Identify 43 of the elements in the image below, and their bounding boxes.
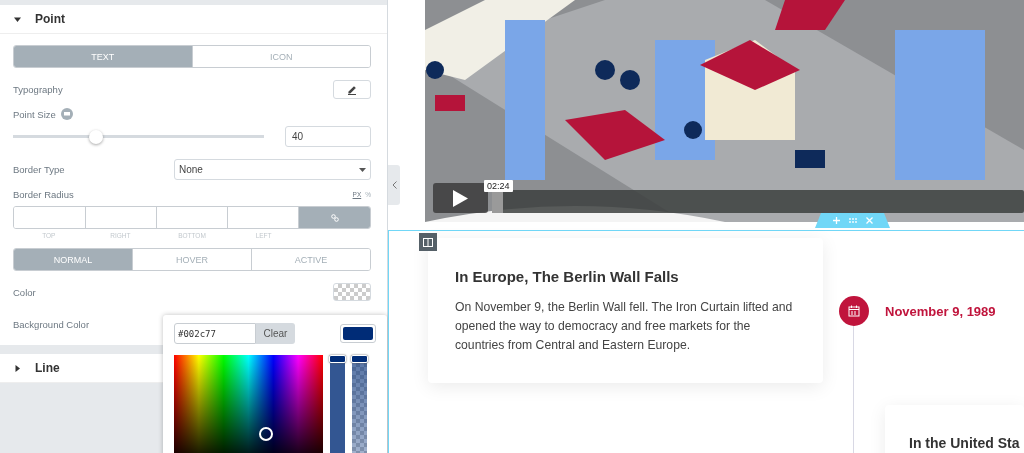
slider-handle[interactable] xyxy=(351,355,368,363)
close-icon[interactable] xyxy=(865,217,873,224)
control-label: Border Radius xyxy=(13,189,74,200)
chevron-left-icon xyxy=(391,181,397,189)
hex-input[interactable]: #002c77 xyxy=(174,323,256,344)
control-label: Typography xyxy=(13,84,63,95)
add-icon[interactable] xyxy=(832,217,840,224)
control-label: Border Type xyxy=(13,164,65,175)
edit-button[interactable] xyxy=(333,80,371,99)
slider-thumb[interactable] xyxy=(88,129,103,144)
dropdown-arrow-icon xyxy=(359,167,366,172)
event-text: On November 9, the Berlin Wall fell. The Iron Curtain lifted and opened the way to democracy and free markets for the countries from Central and Eastern Europe. xyxy=(455,299,794,354)
hue-slider[interactable] xyxy=(330,355,345,453)
drag-icon[interactable] xyxy=(848,218,857,223)
picker-handle[interactable] xyxy=(259,427,273,441)
clear-button[interactable]: Clear xyxy=(256,323,295,344)
event-date: November 9, 1989 xyxy=(885,304,997,319)
saturation-area[interactable] xyxy=(174,355,323,453)
column-handle[interactable] xyxy=(419,233,437,251)
control-label: Background Color xyxy=(13,318,90,330)
slider-handle[interactable] xyxy=(329,355,346,363)
calendar-icon xyxy=(848,305,860,317)
time-tooltip: 02:24 xyxy=(484,180,513,192)
caret-icon xyxy=(14,15,21,23)
control-label: Point Size xyxy=(13,108,56,120)
desktop-icon xyxy=(60,108,73,120)
event-title: In the United Sta xyxy=(909,435,1021,451)
border-type-select[interactable]: None xyxy=(174,159,371,180)
caret-icon xyxy=(14,364,21,372)
color-swatch[interactable] xyxy=(333,283,371,301)
columns-icon xyxy=(423,237,433,247)
section-header[interactable]: Point xyxy=(0,5,387,34)
link-icon xyxy=(330,213,339,222)
number-input[interactable]: 40 xyxy=(285,126,371,147)
link-button[interactable] xyxy=(298,207,370,228)
pencil-icon xyxy=(347,84,357,95)
play-icon xyxy=(453,189,468,207)
play-button[interactable] xyxy=(433,183,488,213)
collapse-button[interactable] xyxy=(388,165,400,205)
event-title: In Europe, The Berlin Wall Falls xyxy=(455,268,680,285)
current-color xyxy=(340,324,376,343)
control-label: Color xyxy=(13,286,36,298)
alpha-slider[interactable] xyxy=(352,355,367,453)
